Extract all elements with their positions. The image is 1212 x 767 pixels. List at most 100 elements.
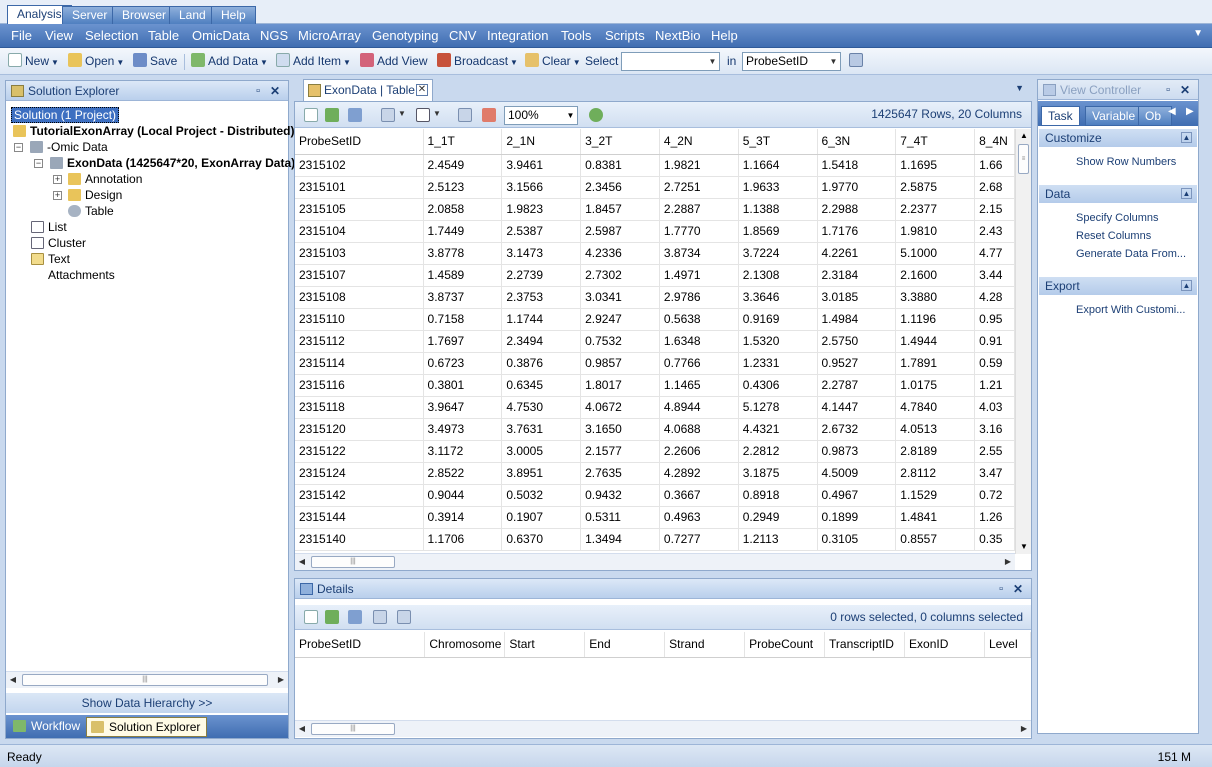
expression-cell[interactable]: 5.1000 (895, 242, 976, 265)
expression-cell[interactable]: 1.1388 (738, 198, 818, 221)
expression-cell[interactable]: 2.2377 (895, 198, 976, 221)
add-view-button[interactable]: Add View (360, 53, 427, 70)
expression-cell[interactable]: 2.7251 (659, 176, 739, 199)
expression-cell[interactable]: 1.9770 (817, 176, 897, 199)
close-icon[interactable]: ✕ (270, 81, 280, 101)
expression-cell[interactable]: 1.8457 (580, 198, 660, 221)
scroll-down-icon[interactable]: ▼ (1016, 540, 1032, 554)
column-header[interactable]: ProbeSetID (295, 129, 424, 155)
expression-cell[interactable]: 0.7277 (659, 528, 739, 551)
specify-columns-link[interactable]: Specify Columns (1076, 212, 1159, 224)
expression-cell[interactable]: 2.15 (974, 198, 1015, 221)
menu-omicdata[interactable]: OmicData (192, 28, 250, 44)
filter-icon[interactable] (458, 108, 472, 122)
expression-cell[interactable]: 1.3494 (580, 528, 660, 551)
expression-cell[interactable]: 1.66 (974, 154, 1015, 177)
expression-cell[interactable]: 3.3646 (738, 286, 818, 309)
expression-cell[interactable]: 4.03 (974, 396, 1015, 419)
clear-button[interactable]: Clear ▼ (525, 53, 581, 70)
expression-cell[interactable]: 1.1695 (895, 154, 976, 177)
add-data-button[interactable]: Add Data ▼ (191, 53, 268, 70)
expression-cell[interactable]: 3.9461 (501, 154, 582, 177)
expression-cell[interactable]: 0.8918 (738, 484, 818, 507)
select-combobox[interactable]: ▼ (621, 52, 720, 71)
expression-cell[interactable]: 3.1875 (738, 462, 818, 485)
menu-file[interactable]: File (11, 28, 32, 44)
expression-cell[interactable]: 2.7302 (580, 264, 660, 287)
expression-cell[interactable]: 2.3184 (817, 264, 897, 287)
expression-cell[interactable]: 4.2336 (580, 242, 660, 265)
expression-cell[interactable]: 3.8951 (501, 462, 582, 485)
tab-scroll-right-icon[interactable]: ▶ (1186, 106, 1194, 117)
generate-data-link[interactable]: Generate Data From... (1076, 248, 1186, 260)
tab-workflow[interactable]: Workflow (9, 717, 86, 737)
probeset-id-cell[interactable]: 2315104 (295, 220, 424, 243)
tree-item-exondata[interactable]: ExonData (1425647*20, ExonArray Data) (50, 155, 295, 171)
menu-microarray[interactable]: MicroArray (298, 28, 361, 44)
expression-cell[interactable]: 1.5320 (738, 330, 818, 353)
column-header[interactable]: ProbeSetID (295, 632, 426, 658)
expression-cell[interactable]: 4.2892 (659, 462, 739, 485)
expression-cell[interactable]: 2.5875 (895, 176, 976, 199)
probeset-id-cell[interactable]: 2315116 (295, 374, 424, 397)
expression-cell[interactable]: 4.0688 (659, 418, 739, 441)
table-row[interactable]: 2315110 0.7158 1.1744 2.9247 0.5638 0.9169 1.4… (295, 308, 1015, 331)
expression-cell[interactable]: 3.8778 (423, 242, 503, 265)
menu-tools[interactable]: Tools (561, 28, 591, 44)
section-data[interactable]: Data ▲ (1039, 185, 1197, 203)
expression-cell[interactable]: 0.4967 (817, 484, 897, 507)
expression-cell[interactable]: 3.47 (974, 462, 1015, 485)
probeset-id-cell[interactable]: 2315103 (295, 242, 424, 265)
tab-server[interactable]: Server (62, 6, 118, 24)
probeset-id-cell[interactable]: 2315124 (295, 462, 424, 485)
scroll-left-icon[interactable]: ◀ (295, 554, 309, 570)
expression-cell[interactable]: 1.5418 (817, 154, 897, 177)
expression-cell[interactable]: 1.1529 (895, 484, 976, 507)
scroll-right-icon[interactable]: ▶ (1001, 554, 1015, 570)
expression-cell[interactable]: 3.0005 (501, 440, 582, 463)
excel-icon[interactable] (325, 610, 339, 624)
expression-cell[interactable]: 2.8112 (895, 462, 976, 485)
menu-scripts[interactable]: Scripts (605, 28, 645, 44)
expression-cell[interactable]: 2.1577 (580, 440, 660, 463)
probeset-id-cell[interactable]: 2315102 (295, 154, 424, 177)
column-combobox[interactable]: ProbeSetID ▼ (742, 52, 841, 71)
table-row[interactable]: 2315107 1.4589 2.2739 2.7302 1.4971 2.1308 2.3… (295, 264, 1015, 287)
expression-cell[interactable]: 3.0185 (817, 286, 897, 309)
expression-cell[interactable]: 1.2113 (738, 528, 818, 551)
probeset-id-cell[interactable]: 2315101 (295, 176, 424, 199)
expression-cell[interactable]: 0.95 (974, 308, 1015, 331)
broadcast-button[interactable]: Broadcast ▼ (437, 53, 518, 70)
expression-cell[interactable]: 1.7176 (817, 220, 897, 243)
expression-cell[interactable]: 1.21 (974, 374, 1015, 397)
menu-selection[interactable]: Selection (85, 28, 138, 44)
tree-item-solution[interactable]: Solution (1 Project) (11, 107, 120, 123)
expression-cell[interactable]: 3.9647 (423, 396, 503, 419)
table-row[interactable]: 2315144 0.3914 0.1907 0.5311 0.4963 0.2949 0.1… (295, 506, 1015, 529)
column-header[interactable]: 8_4N (974, 129, 1015, 155)
expression-cell[interactable]: 3.1473 (501, 242, 582, 265)
expression-cell[interactable]: 4.4321 (738, 418, 818, 441)
expression-cell[interactable]: 2.4549 (423, 154, 503, 177)
column-header[interactable]: TranscriptID (824, 632, 906, 658)
column-header[interactable]: End (584, 632, 666, 658)
table-row[interactable]: 2315103 3.8778 3.1473 4.2336 3.8734 3.7224 4.2… (295, 242, 1015, 265)
expand-icon[interactable]: + (53, 191, 62, 200)
expression-cell[interactable]: 2.68 (974, 176, 1015, 199)
expression-cell[interactable]: 1.7770 (659, 220, 739, 243)
expression-cell[interactable]: 0.3876 (501, 352, 582, 375)
column-header[interactable]: ExonID (904, 632, 985, 658)
expression-cell[interactable]: 2.9786 (659, 286, 739, 309)
menu-ngs[interactable]: NGS (260, 28, 288, 44)
scroll-up-icon[interactable]: ▲ (1016, 129, 1032, 143)
expression-cell[interactable]: 0.5311 (580, 506, 660, 529)
column-header[interactable]: 6_3N (817, 129, 897, 155)
pointer-icon[interactable] (416, 108, 430, 122)
tree-item-cluster[interactable]: Cluster (31, 235, 86, 251)
expression-cell[interactable]: 4.7840 (895, 396, 976, 419)
tab-observation[interactable]: Ob (1138, 106, 1172, 126)
scroll-right-icon[interactable]: ▶ (1017, 721, 1031, 737)
section-customize[interactable]: Customize ▲ (1039, 129, 1197, 147)
expression-cell[interactable]: 0.2949 (738, 506, 818, 529)
expression-cell[interactable]: 1.0175 (895, 374, 976, 397)
